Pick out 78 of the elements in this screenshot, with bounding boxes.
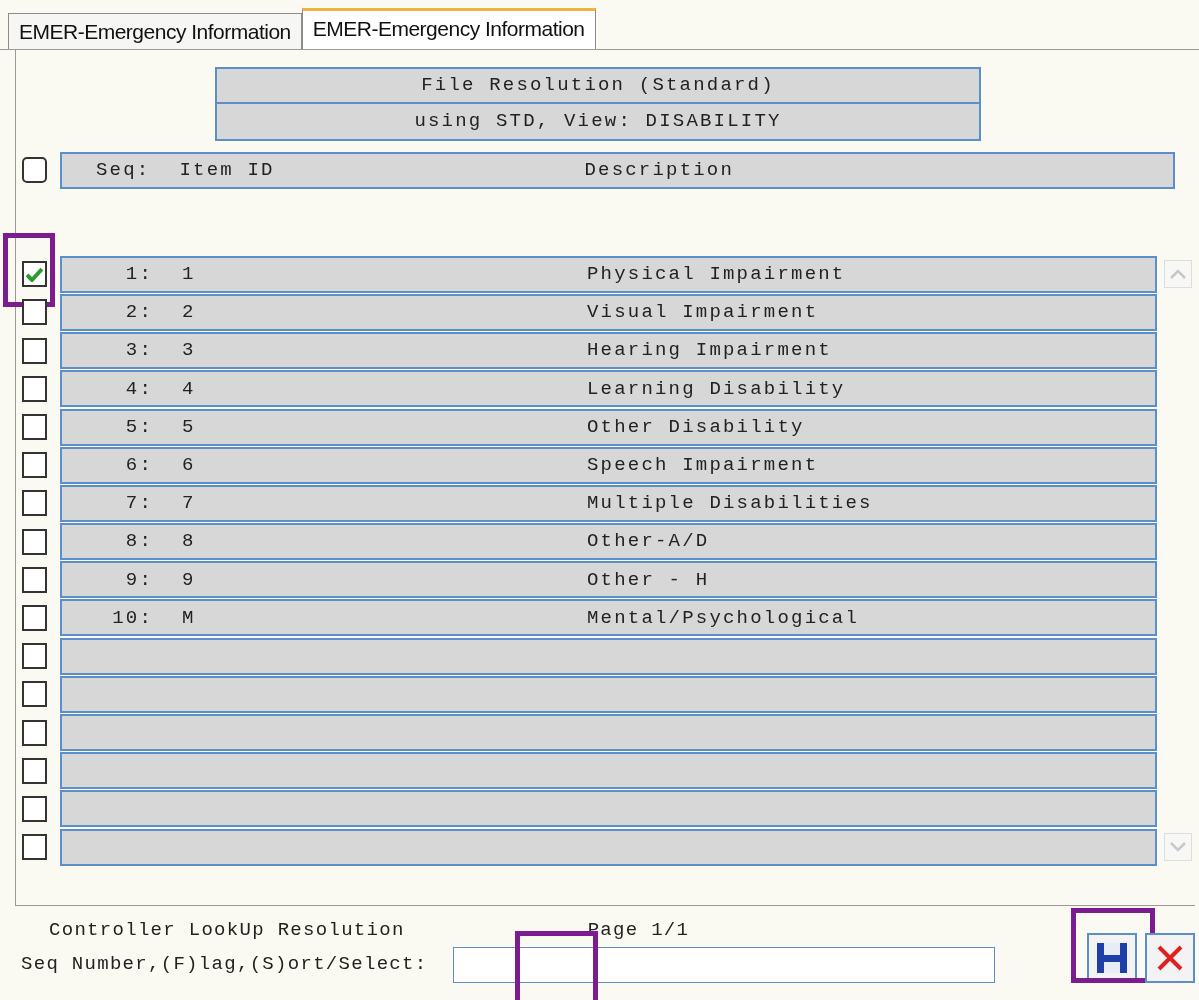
table-cell-text: 7 — [182, 491, 197, 517]
checkbox[interactable] — [22, 604, 47, 631]
table-cell-text: M — [182, 605, 197, 631]
checkbox[interactable] — [22, 490, 47, 517]
table-cell-text: Physical Impairment — [587, 262, 846, 288]
table-row[interactable] — [60, 828, 1157, 866]
table-row[interactable]: 2: 2 Visual Impairment — [60, 293, 1157, 331]
table-cell-text: Learning Disability — [587, 376, 846, 402]
checkbox[interactable] — [22, 681, 47, 708]
table-cell-text: 3: — [124, 338, 153, 364]
checkbox[interactable] — [22, 757, 47, 784]
table-row[interactable] — [60, 714, 1157, 752]
column-header: Description — [584, 157, 735, 183]
table-cell-text: Mental/Psychological — [587, 605, 860, 631]
table-row[interactable]: 6: 6 Speech Impairment — [60, 446, 1157, 484]
table-cell-text: 3 — [182, 338, 197, 364]
column-header: Seq: — [96, 157, 151, 183]
table-cell-text: 8: — [124, 529, 153, 555]
table-cell-text: Other-A/D — [587, 529, 710, 555]
title-text: File Resolution (Standard) — [421, 73, 775, 99]
table-cell-text: 6 — [182, 452, 197, 478]
table-cell-text: 1: — [124, 262, 153, 288]
title-text: using STD, View: DISABILITY — [414, 109, 782, 135]
table-cell-text: Multiple Disabilities — [587, 491, 873, 517]
checkbox[interactable] — [22, 795, 47, 822]
table-cell-text: 2 — [182, 300, 197, 326]
table-row[interactable]: 10: M Mental/Psychological — [60, 599, 1157, 637]
table-row[interactable]: 9: 9 Other - H — [60, 561, 1157, 599]
table-cell-text: 9: — [124, 567, 153, 593]
checkbox[interactable] — [22, 528, 47, 555]
table-row[interactable]: 5: 5 Other Disability — [60, 408, 1157, 446]
table-cell-text: 5 — [182, 414, 197, 440]
table-cell-text: 6: — [124, 452, 153, 478]
table-cell-text: 4 — [182, 376, 197, 402]
table-cell-text: Hearing Impairment — [587, 338, 832, 364]
table-cell-text: Visual Impairment — [587, 300, 819, 326]
column-header: Item ID — [179, 157, 276, 183]
close-icon — [1156, 944, 1184, 972]
checkbox[interactable] — [22, 834, 47, 861]
tab[interactable]: EMER-Emergency Information — [301, 8, 596, 49]
table-cell-text: Speech Impairment — [587, 452, 819, 478]
table-row[interactable] — [60, 637, 1157, 675]
tab[interactable]: EMER-Emergency Information — [8, 13, 302, 49]
table-cell-text: 9 — [182, 567, 197, 593]
chevron-up-icon — [1170, 269, 1186, 280]
checkbox[interactable] — [22, 719, 47, 746]
table-row[interactable] — [60, 752, 1157, 790]
checkbox[interactable] — [22, 261, 47, 288]
checkbox[interactable] — [22, 414, 47, 441]
table-row[interactable]: 3: 3 Hearing Impairment — [60, 332, 1157, 370]
table-row[interactable]: 4: 4 Learning Disability — [60, 370, 1157, 408]
checkbox[interactable] — [22, 643, 47, 670]
checkbox[interactable] — [22, 566, 47, 593]
table-cell-text: 7: — [124, 491, 153, 517]
chevron-down-icon — [1170, 842, 1186, 853]
page-indicator: Page 1/1 — [587, 918, 690, 943]
table-row[interactable] — [60, 675, 1157, 713]
table-row[interactable]: 8: 8 Other-A/D — [60, 523, 1157, 561]
input-field[interactable] — [453, 946, 996, 983]
table-cell-text: Other - H — [587, 567, 710, 593]
table-row[interactable]: 1: 1 Physical Impairment — [60, 255, 1157, 293]
table-cell-text: 4: — [124, 376, 153, 402]
table-cell-text: 1 — [182, 262, 197, 288]
table-cell-text: 5: — [124, 414, 153, 440]
table-cell-text: 8 — [182, 529, 197, 555]
checkbox[interactable] — [22, 299, 47, 326]
prompt-label: Seq Number,(F)lag,(S)ort/Select: — [21, 952, 428, 978]
checkbox[interactable] — [22, 337, 47, 364]
checkbox[interactable] — [22, 157, 47, 184]
table-row[interactable]: 7: 7 Multiple Disabilities — [60, 484, 1157, 522]
checkbox[interactable] — [22, 375, 47, 402]
close-button[interactable] — [1145, 933, 1195, 983]
table-row[interactable] — [60, 790, 1157, 828]
table-cell-text: 10: — [111, 605, 153, 631]
caption-text: Controller LookUp Resolution — [49, 918, 405, 943]
table-cell-text: 2: — [124, 300, 153, 326]
table-cell-text: Other Disability — [587, 414, 805, 440]
checkbox[interactable] — [22, 452, 47, 479]
